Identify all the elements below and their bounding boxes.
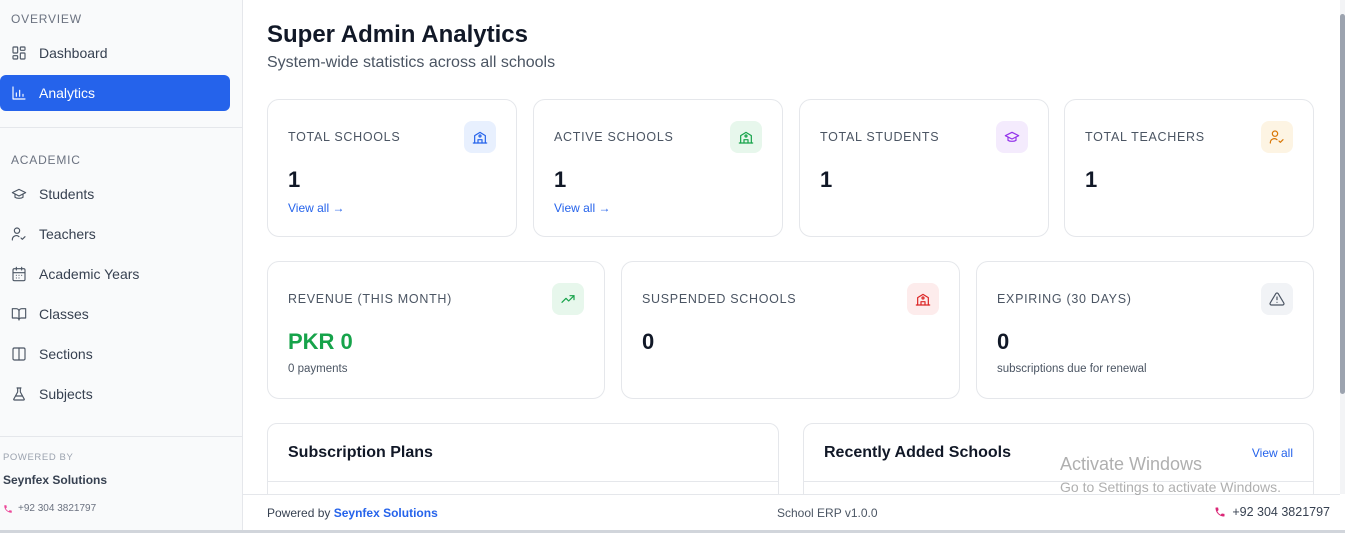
- sidebar-item-label: Subjects: [39, 386, 93, 402]
- sidebar-divider: [0, 127, 242, 128]
- phone-icon: [1215, 507, 1225, 517]
- stat-label: TOTAL TEACHERS: [1085, 130, 1205, 144]
- book-open-icon: [11, 306, 27, 322]
- app-window: OVERVIEW Dashboard Analytics ACADEMIC St…: [0, 0, 1345, 533]
- stat-value: 1: [1085, 167, 1098, 192]
- stat-subtext: 0 payments: [288, 363, 348, 375]
- stat-value: 0: [642, 329, 655, 354]
- user-check-icon: [1261, 121, 1293, 153]
- sidebar-item-classes[interactable]: Classes: [0, 296, 230, 332]
- graduation-cap-icon: [996, 121, 1028, 153]
- columns-icon: [11, 346, 27, 362]
- sidebar-item-label: Students: [39, 186, 95, 202]
- stat-value: 1: [820, 167, 833, 192]
- school-icon: [464, 121, 496, 153]
- footer-credit: Powered by Seynfex Solutions: [267, 506, 438, 520]
- footer-phone[interactable]: +92 304 3821797: [1214, 505, 1330, 519]
- page-subtitle: System-wide statistics across all school…: [267, 54, 556, 71]
- scroll-up-arrow[interactable]: [1340, 0, 1345, 8]
- stat-value: PKR 0: [288, 329, 353, 354]
- main-content: Super Admin Analytics System-wide statis…: [243, 0, 1340, 494]
- sidebar-item-label: Sections: [39, 346, 93, 362]
- activate-windows-watermark-title: Activate Windows: [1060, 454, 1203, 474]
- graduation-cap-icon: [11, 186, 27, 202]
- view-all-schools-link[interactable]: View all →: [288, 201, 344, 215]
- stat-value: 0: [997, 329, 1010, 354]
- alert-triangle-icon: [1261, 283, 1293, 315]
- sidebar-item-analytics[interactable]: Analytics: [0, 75, 230, 111]
- sidebar-item-teachers[interactable]: Teachers: [0, 216, 230, 252]
- sidebar-footer: POWERED BY Seynfex Solutions +92 304 382…: [0, 436, 242, 530]
- scroll-thumb[interactable]: [1340, 14, 1345, 394]
- footer-phone-number: +92 304 3821797: [1232, 505, 1330, 519]
- stat-card-total-teachers: TOTAL TEACHERS 1: [1064, 99, 1314, 237]
- footer-powered-by: Powered by: [267, 506, 331, 520]
- sidebar-item-label: Dashboard: [39, 45, 108, 61]
- main-scrollbar[interactable]: [1340, 0, 1345, 494]
- stat-card-active-schools: ACTIVE SCHOOLS 1 View all →: [533, 99, 783, 237]
- phone-icon: [4, 504, 12, 513]
- stat-card-revenue: REVENUE (THIS MONTH) PKR 0 0 payments: [267, 261, 605, 399]
- calendar-icon: [11, 266, 27, 282]
- panel-divider: [268, 481, 778, 482]
- scroll-down-arrow[interactable]: [1340, 482, 1345, 490]
- sidebar-item-label: Academic Years: [39, 266, 140, 282]
- stat-label: TOTAL STUDENTS: [820, 130, 940, 144]
- sidebar-item-sections[interactable]: Sections: [0, 336, 230, 372]
- stat-value: 1: [288, 167, 301, 192]
- academic-section-title: ACADEMIC: [11, 153, 81, 167]
- footer-version: School ERP v1.0.0: [777, 506, 878, 520]
- user-check-icon: [11, 226, 27, 242]
- stat-card-expiring: EXPIRING (30 DAYS) 0 subscriptions due f…: [976, 261, 1314, 399]
- view-all-active-schools-link[interactable]: View all →: [554, 201, 610, 215]
- sidebar-item-students[interactable]: Students: [0, 176, 230, 212]
- panel-title: Subscription Plans: [288, 444, 433, 461]
- footer-company-link[interactable]: Seynfex Solutions: [334, 506, 438, 520]
- stat-subtext: subscriptions due for renewal: [997, 363, 1147, 375]
- stat-card-suspended-schools: SUSPENDED SCHOOLS 0: [621, 261, 960, 399]
- sidebar-item-dashboard[interactable]: Dashboard: [0, 35, 230, 71]
- activate-windows-watermark-text: Go to Settings to activate Windows.: [1060, 479, 1281, 495]
- sidebar-phone[interactable]: +92 304 3821797: [3, 503, 96, 514]
- dashboard-icon: [11, 45, 27, 61]
- flask-icon: [11, 386, 27, 402]
- stat-card-total-schools: TOTAL SCHOOLS 1 View all →: [267, 99, 517, 237]
- stat-card-total-students: TOTAL STUDENTS 1: [799, 99, 1049, 237]
- stat-label: SUSPENDED SCHOOLS: [642, 292, 797, 306]
- stat-label: TOTAL SCHOOLS: [288, 130, 401, 144]
- powered-by-label: POWERED BY: [3, 452, 74, 463]
- sidebar-item-label: Analytics: [39, 85, 96, 101]
- school-icon: [907, 283, 939, 315]
- sidebar: OVERVIEW Dashboard Analytics ACADEMIC St…: [0, 0, 243, 530]
- sidebar-item-label: Teachers: [39, 226, 96, 242]
- stat-label: EXPIRING (30 DAYS): [997, 292, 1132, 306]
- bar-chart-icon: [11, 85, 27, 101]
- trending-up-icon: [552, 283, 584, 315]
- school-icon: [730, 121, 762, 153]
- stat-value: 1: [554, 167, 567, 192]
- app-footer: Powered by Seynfex Solutions School ERP …: [243, 494, 1340, 530]
- stat-label: REVENUE (THIS MONTH): [288, 292, 452, 306]
- powered-by-company: Seynfex Solutions: [3, 473, 108, 487]
- sidebar-phone-number: +92 304 3821797: [18, 503, 97, 514]
- subscription-plans-panel: Subscription Plans: [267, 423, 779, 494]
- sidebar-item-academic-years[interactable]: Academic Years: [0, 256, 230, 292]
- stat-label: ACTIVE SCHOOLS: [554, 130, 674, 144]
- page-title: Super Admin Analytics: [267, 21, 528, 48]
- view-all-recent-link[interactable]: View all: [1252, 446, 1293, 460]
- panel-title: Recently Added Schools: [824, 444, 1011, 461]
- overview-section-title: OVERVIEW: [11, 12, 82, 26]
- sidebar-item-label: Classes: [39, 306, 89, 322]
- sidebar-item-subjects[interactable]: Subjects: [0, 376, 230, 412]
